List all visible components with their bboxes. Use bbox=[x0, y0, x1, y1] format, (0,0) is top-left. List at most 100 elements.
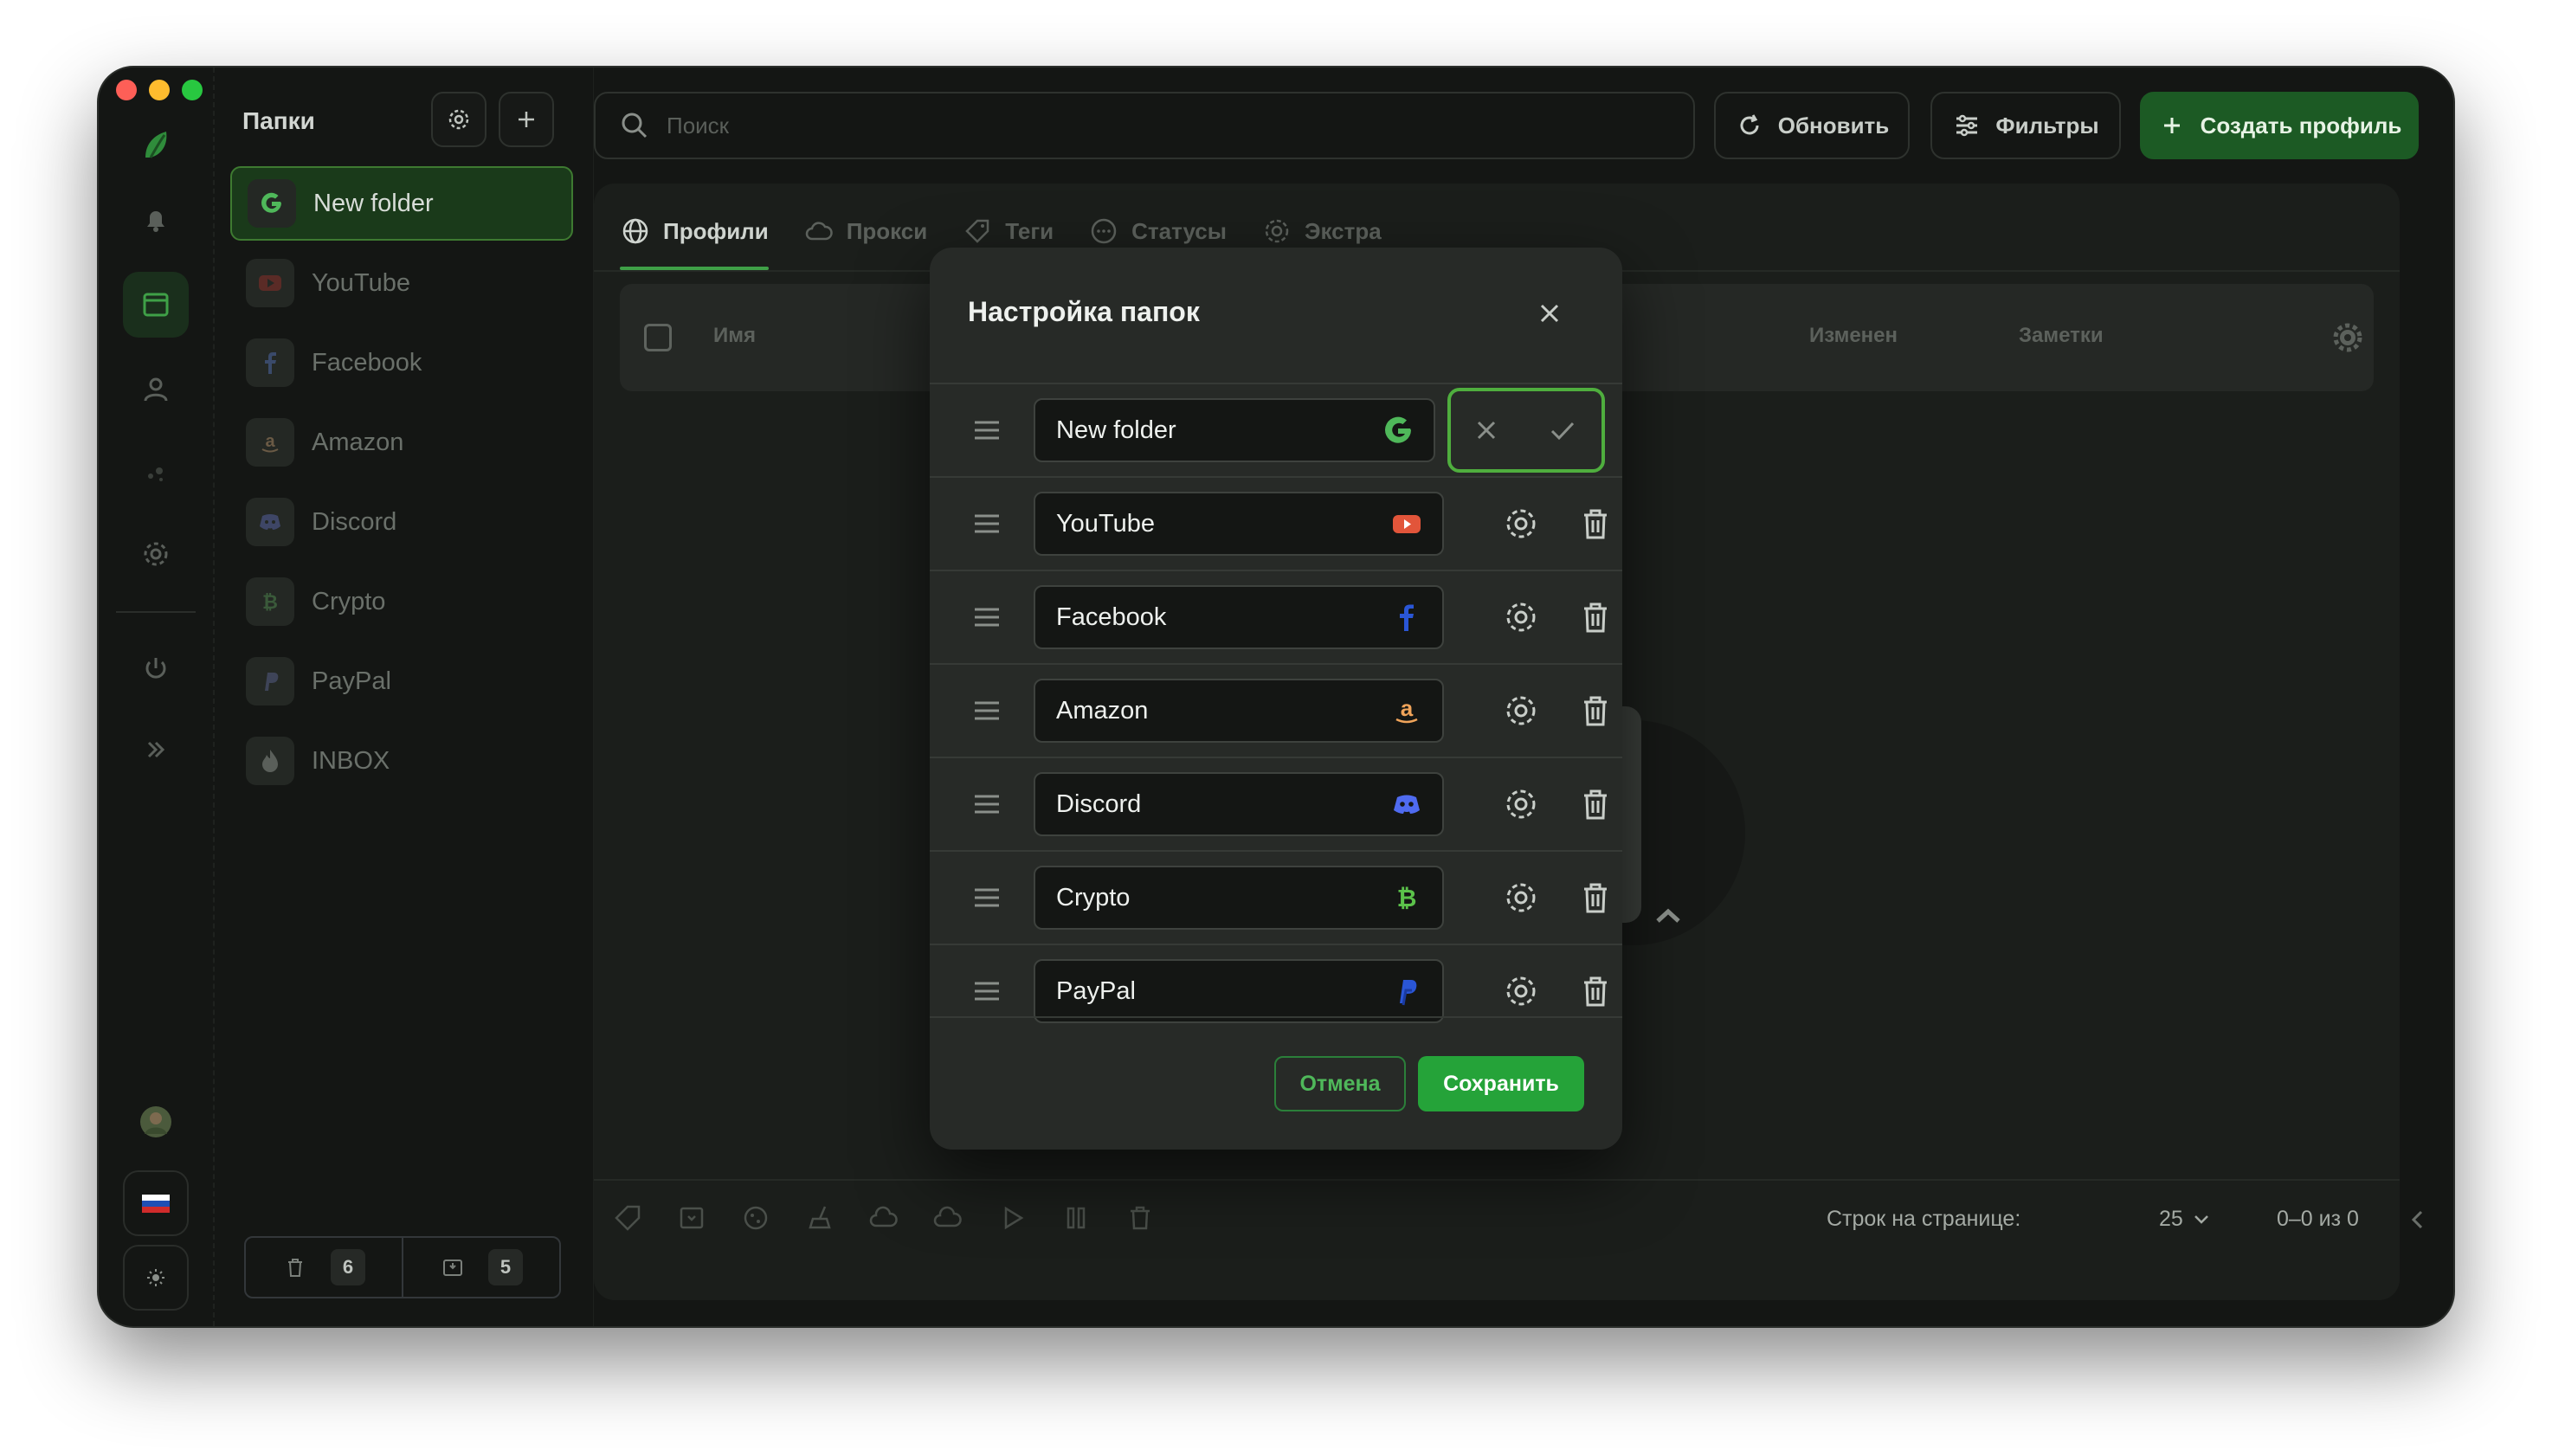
folder-name-input[interactable] bbox=[1056, 789, 1389, 819]
browser-icon[interactable] bbox=[123, 272, 189, 338]
folder-item-facebook[interactable]: Facebook bbox=[230, 325, 573, 400]
archive-icon bbox=[442, 1260, 462, 1276]
youtube-icon[interactable] bbox=[1389, 506, 1425, 542]
dialog-close-button[interactable] bbox=[1524, 287, 1576, 339]
theme-sun-icon[interactable] bbox=[123, 1245, 189, 1311]
column-notes[interactable]: Заметки bbox=[2019, 324, 2104, 348]
drag-handle-icon[interactable] bbox=[971, 415, 1002, 446]
search-bar[interactable] bbox=[594, 92, 1695, 159]
folder-settings-button[interactable] bbox=[1499, 876, 1543, 919]
bell-icon[interactable] bbox=[123, 187, 189, 253]
delete-folder-button[interactable] bbox=[1574, 689, 1617, 732]
delete-folder-button[interactable] bbox=[1574, 970, 1617, 1013]
folder-item-paypal[interactable]: PayPal bbox=[230, 644, 573, 718]
flame-icon bbox=[246, 737, 294, 785]
folder-name-field[interactable] bbox=[1034, 398, 1435, 462]
folder-settings-button[interactable] bbox=[1499, 596, 1543, 639]
tab-proxies[interactable]: Прокси bbox=[803, 203, 927, 260]
add-folder-button[interactable] bbox=[499, 92, 554, 147]
discord-icon[interactable] bbox=[1389, 786, 1425, 822]
delete-folder-button[interactable] bbox=[1574, 596, 1617, 639]
column-name[interactable]: Имя bbox=[713, 324, 756, 348]
avatar[interactable] bbox=[123, 1089, 189, 1155]
folder-settings-button[interactable] bbox=[1499, 970, 1543, 1013]
confirm-edit-button[interactable] bbox=[1541, 409, 1584, 452]
folder-name-field[interactable] bbox=[1034, 492, 1444, 556]
trash-icon[interactable] bbox=[1124, 1202, 1157, 1234]
trash-counter-button[interactable]: 6 bbox=[246, 1238, 402, 1297]
cloud-icon[interactable] bbox=[931, 1202, 964, 1234]
folder-settings-button[interactable] bbox=[1499, 502, 1543, 545]
folder-item-amazon[interactable]: a Amazon bbox=[230, 405, 573, 480]
bitcoin-icon[interactable]: ₿ bbox=[1389, 879, 1425, 916]
save-button[interactable]: Сохранить bbox=[1418, 1056, 1584, 1111]
folder-name-input[interactable] bbox=[1056, 976, 1389, 1006]
folder-item-crypto[interactable]: ₿ Crypto bbox=[230, 564, 573, 639]
folder-name-input[interactable] bbox=[1056, 602, 1389, 632]
chevrons-right-icon[interactable] bbox=[123, 717, 189, 783]
select-all-checkbox[interactable] bbox=[644, 324, 672, 351]
cookie-icon[interactable] bbox=[123, 440, 189, 506]
columns-settings-icon[interactable] bbox=[2330, 320, 2365, 355]
folders-settings-button[interactable] bbox=[431, 92, 487, 147]
folder-item-youtube[interactable]: YouTube bbox=[230, 246, 573, 320]
facebook-icon[interactable] bbox=[1389, 599, 1425, 635]
column-modified[interactable]: Изменен bbox=[1809, 324, 1898, 348]
folder-name-input[interactable] bbox=[1056, 696, 1389, 725]
folder-item-discord[interactable]: Discord bbox=[230, 485, 573, 559]
prev-page-icon[interactable] bbox=[2405, 1207, 2431, 1233]
drag-handle-icon[interactable] bbox=[971, 789, 1002, 820]
cancel-edit-button[interactable] bbox=[1465, 409, 1508, 452]
folder-name-input[interactable] bbox=[1056, 883, 1389, 912]
cloud-sync-icon[interactable] bbox=[867, 1202, 900, 1234]
folder-settings-button[interactable] bbox=[1499, 783, 1543, 826]
tag-icon[interactable] bbox=[611, 1202, 644, 1234]
drag-handle-icon[interactable] bbox=[971, 695, 1002, 726]
paypal-icon[interactable] bbox=[1389, 973, 1425, 1009]
delete-folder-button[interactable] bbox=[1574, 783, 1617, 826]
folder-name-input[interactable] bbox=[1056, 416, 1380, 445]
tab-label: Профили bbox=[663, 217, 769, 244]
power-icon[interactable] bbox=[123, 635, 189, 701]
folder-settings-button[interactable] bbox=[1499, 689, 1543, 732]
google-icon[interactable] bbox=[1380, 412, 1416, 448]
language-flag-icon[interactable] bbox=[123, 1170, 189, 1236]
amazon-icon: a bbox=[246, 418, 294, 467]
user-icon[interactable] bbox=[123, 357, 189, 422]
folder-name-field[interactable] bbox=[1034, 959, 1444, 1023]
drag-handle-icon[interactable] bbox=[971, 882, 1002, 913]
close-icon bbox=[1477, 421, 1496, 440]
gear-icon bbox=[1265, 219, 1289, 243]
folder-row bbox=[930, 758, 1622, 850]
folder-item-inbox[interactable]: INBOX bbox=[230, 724, 573, 798]
create-profile-button[interactable]: Создать профиль bbox=[2140, 92, 2419, 159]
drag-handle-icon[interactable] bbox=[971, 602, 1002, 633]
folder-name-field[interactable]: a bbox=[1034, 679, 1444, 743]
drag-handle-icon[interactable] bbox=[971, 976, 1002, 1007]
delete-folder-button[interactable] bbox=[1574, 502, 1617, 545]
dots-circle-icon bbox=[1091, 218, 1117, 244]
broom-icon[interactable] bbox=[803, 1202, 836, 1234]
cancel-button[interactable]: Отмена bbox=[1274, 1056, 1406, 1111]
refresh-button[interactable]: Обновить bbox=[1714, 92, 1910, 159]
folder-name-field[interactable] bbox=[1034, 772, 1444, 836]
tab-profiles[interactable]: Профили bbox=[620, 203, 769, 270]
folder-name-field[interactable]: ₿ bbox=[1034, 866, 1444, 930]
folder-name-field[interactable] bbox=[1034, 585, 1444, 649]
folder-name-input[interactable] bbox=[1056, 509, 1389, 538]
folder-settings-dialog: Настройка папок New folder YouTube Faceb… bbox=[930, 248, 1622, 1150]
trash-icon bbox=[1584, 602, 1607, 633]
folder-item-new-folder[interactable]: New folder bbox=[230, 166, 573, 241]
archive-counter-button[interactable]: 5 bbox=[402, 1238, 559, 1297]
settings-gear-icon[interactable] bbox=[123, 521, 189, 587]
rows-per-page-select[interactable]: 25 bbox=[2159, 1207, 2211, 1232]
cookie-icon[interactable] bbox=[739, 1202, 772, 1234]
amazon-icon[interactable]: a bbox=[1389, 693, 1425, 729]
pause-icon[interactable] bbox=[1060, 1202, 1092, 1234]
drag-handle-icon[interactable] bbox=[971, 508, 1002, 539]
filters-button[interactable]: Фильтры bbox=[1930, 92, 2121, 159]
delete-folder-button[interactable] bbox=[1574, 876, 1617, 919]
play-icon[interactable] bbox=[996, 1202, 1028, 1234]
archive-icon[interactable] bbox=[675, 1202, 708, 1234]
search-input[interactable] bbox=[667, 112, 1619, 139]
